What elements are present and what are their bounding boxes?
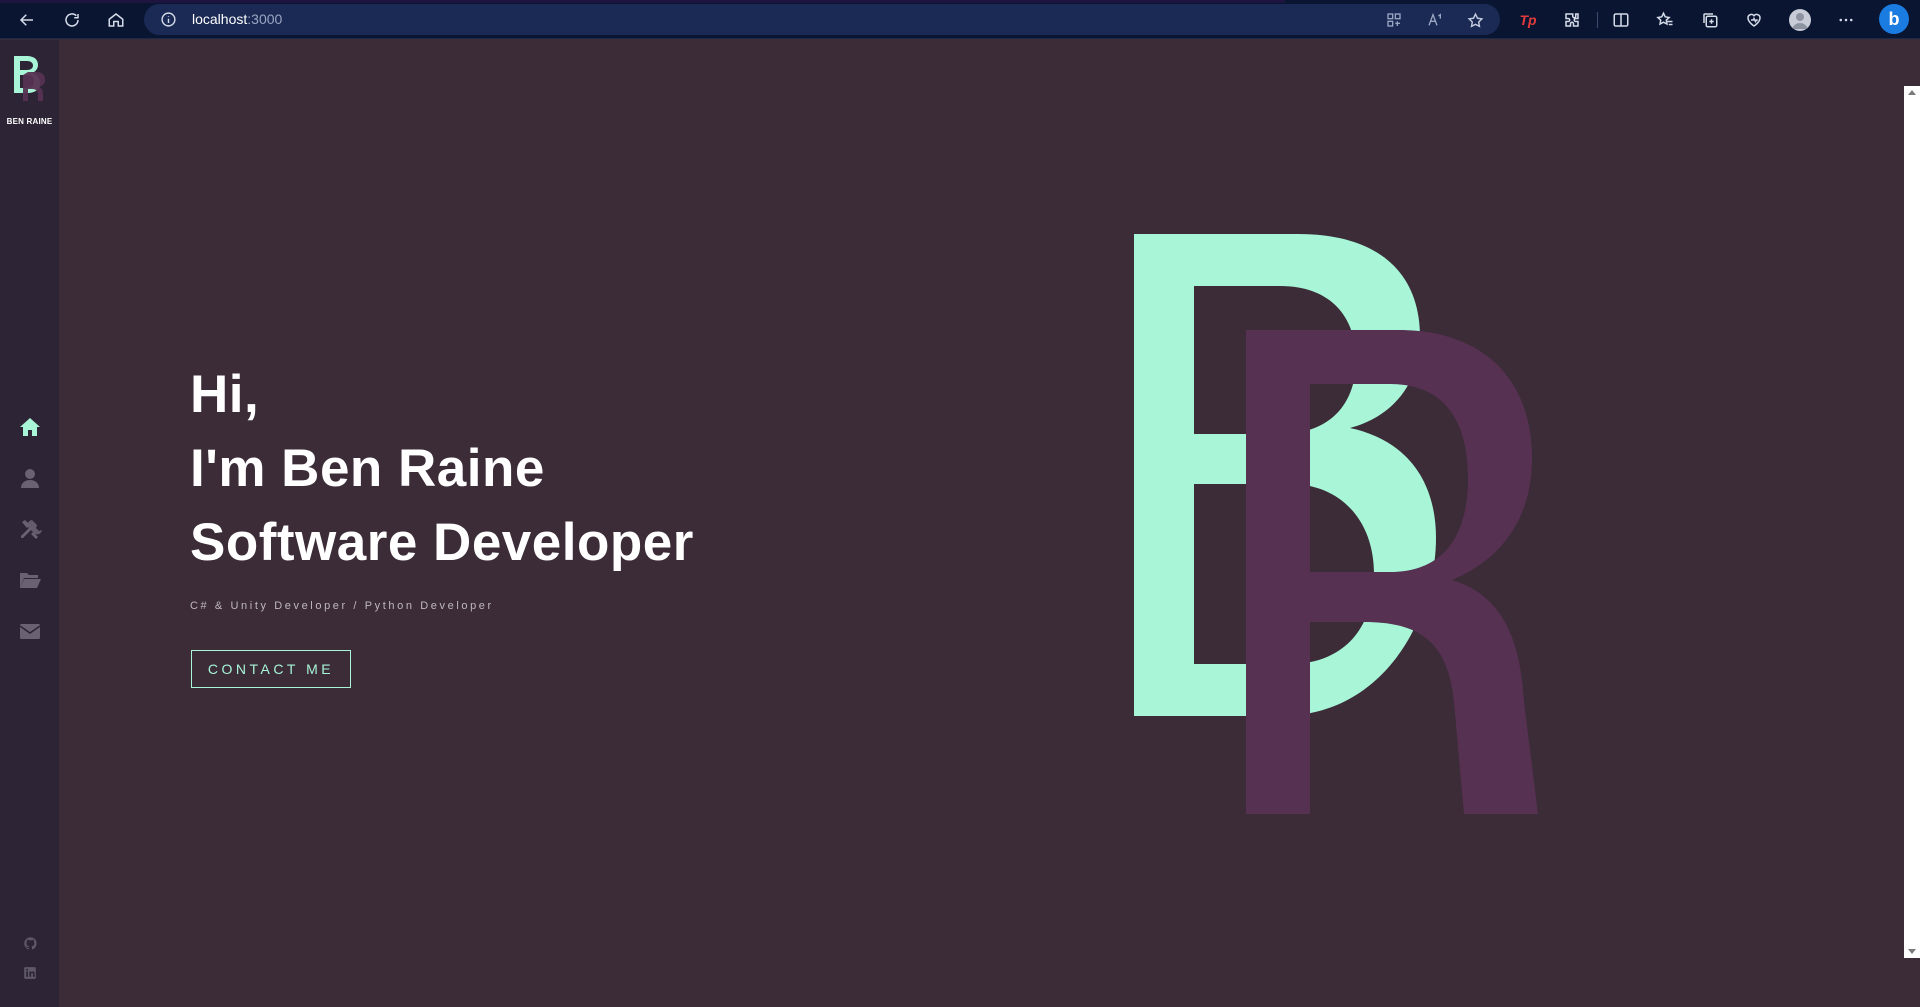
user-icon bbox=[20, 468, 39, 488]
more-button[interactable] bbox=[1835, 9, 1857, 31]
github-link[interactable] bbox=[21, 934, 39, 952]
page-scrollbar[interactable] bbox=[1904, 86, 1920, 958]
back-button[interactable] bbox=[13, 6, 41, 34]
home-button[interactable] bbox=[102, 6, 130, 34]
extensions-icon bbox=[1565, 13, 1579, 27]
contact-me-button[interactable]: CONTACT ME bbox=[191, 650, 351, 688]
profile-avatar-icon[interactable] bbox=[1789, 9, 1811, 31]
collections-icon bbox=[1703, 13, 1718, 28]
collections-button[interactable] bbox=[1699, 9, 1721, 31]
refresh-icon bbox=[65, 13, 79, 27]
url-port: :3000 bbox=[247, 11, 283, 27]
linkedin-link[interactable] bbox=[21, 964, 39, 982]
split-screen-button[interactable] bbox=[1610, 9, 1632, 31]
hero-heading: Hi, I'm Ben Raine Software Developer bbox=[190, 358, 694, 580]
hero-name: I'm Ben Raine bbox=[190, 439, 545, 498]
linkedin-icon bbox=[24, 967, 36, 979]
split-screen-icon bbox=[1613, 13, 1629, 27]
logo-text: BEN RAINE bbox=[6, 117, 53, 126]
url-host: localhost bbox=[192, 11, 248, 27]
favorite-star-icon bbox=[1467, 11, 1483, 28]
nav-about[interactable] bbox=[16, 464, 43, 491]
envelope-icon bbox=[19, 623, 40, 639]
nav-skills[interactable] bbox=[16, 515, 43, 542]
sidebar: BEN RAINE bbox=[0, 40, 59, 1007]
toolbar-separator bbox=[1597, 12, 1598, 28]
hero-title: Software Developer bbox=[190, 513, 694, 572]
home-icon bbox=[19, 417, 40, 436]
app-available-button[interactable] bbox=[1384, 10, 1404, 30]
address-bar[interactable]: localhost:3000 bbox=[144, 4, 1500, 35]
github-icon bbox=[23, 936, 37, 949]
bing-icon[interactable]: b bbox=[1879, 4, 1909, 34]
scroll-down-arrow-icon[interactable] bbox=[1908, 949, 1916, 954]
loading-bar bbox=[0, 0, 1285, 3]
site-info-icon[interactable] bbox=[160, 11, 177, 28]
read-aloud-icon bbox=[1428, 12, 1441, 26]
favorite-button[interactable] bbox=[1465, 10, 1485, 30]
tools-icon bbox=[20, 519, 42, 539]
favorites-icon bbox=[1656, 11, 1673, 26]
more-icon bbox=[1839, 18, 1853, 22]
browser-toolbar: localhost:3000 Tp b bbox=[0, 0, 1920, 39]
back-icon bbox=[19, 14, 33, 26]
url-text[interactable]: localhost:3000 bbox=[192, 10, 282, 28]
nav-home[interactable] bbox=[16, 413, 43, 440]
read-aloud-button[interactable] bbox=[1425, 10, 1445, 30]
favorites-button[interactable] bbox=[1654, 9, 1676, 31]
browser-essentials-button[interactable] bbox=[1743, 9, 1765, 31]
tp-extension-icon: Tp bbox=[1519, 12, 1537, 28]
browser-essentials-icon bbox=[1747, 13, 1761, 27]
app-available-icon bbox=[1387, 13, 1401, 27]
hero-greeting: Hi, bbox=[190, 365, 260, 424]
nav-portfolio[interactable] bbox=[16, 566, 43, 593]
folder-open-icon bbox=[19, 572, 41, 588]
home-icon bbox=[108, 13, 124, 27]
extensions-button[interactable] bbox=[1561, 9, 1583, 31]
br-monogram-logo bbox=[1134, 234, 1538, 814]
nav-contact[interactable] bbox=[16, 617, 43, 644]
scroll-up-arrow-icon[interactable] bbox=[1908, 90, 1916, 95]
hero-subtitle: C# & Unity Developer / Python Developer bbox=[190, 600, 494, 612]
refresh-button[interactable] bbox=[58, 6, 86, 34]
logo-icon[interactable] bbox=[12, 54, 48, 102]
tp-extension-button[interactable]: Tp bbox=[1517, 9, 1539, 31]
